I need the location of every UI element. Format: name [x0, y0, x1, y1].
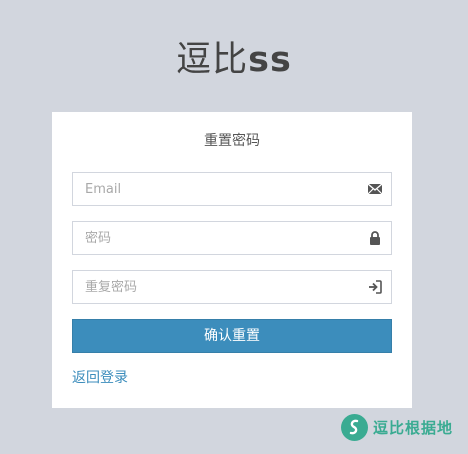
confirm-reset-button[interactable]: 确认重置	[72, 319, 392, 353]
logo-prefix: 逗比	[176, 40, 249, 80]
email-field-group	[72, 172, 392, 206]
app-logo: 逗比ss	[0, 38, 468, 82]
watermark-logo-icon	[341, 413, 368, 441]
logo-suffix: ss	[248, 40, 292, 80]
lock-icon	[367, 230, 383, 246]
password-field-group	[72, 221, 392, 255]
form-title: 重置密码	[204, 133, 260, 149]
watermark: 逗比根据地	[341, 413, 453, 441]
back-to-login-link[interactable]: 返回登录	[72, 368, 128, 388]
repeat-password-field-group	[72, 270, 392, 304]
watermark-text: 逗比根据地	[373, 418, 454, 437]
email-input[interactable]	[73, 173, 355, 205]
reset-password-box: 重置密码 确认重	[52, 112, 412, 408]
password-input[interactable]	[73, 222, 355, 254]
repeat-password-input[interactable]	[73, 271, 355, 303]
envelope-icon	[367, 181, 383, 197]
sign-in-icon	[367, 279, 383, 295]
